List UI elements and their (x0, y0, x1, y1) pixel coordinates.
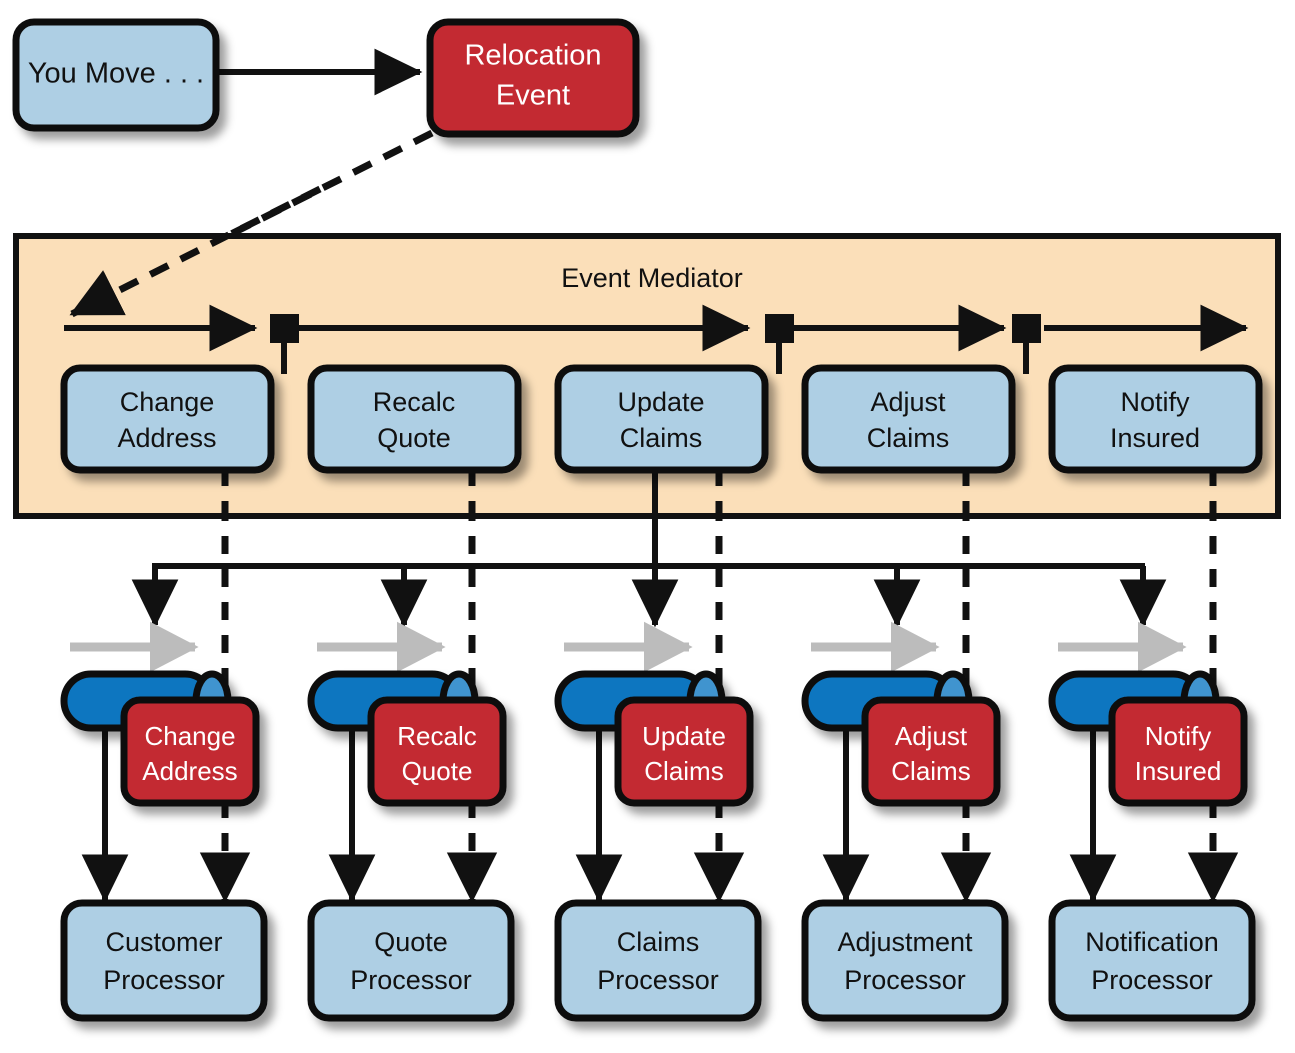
event-msg-label: Quote (402, 756, 473, 786)
processor-label: Adjustment (837, 927, 973, 957)
mediator-step-label: Address (117, 423, 216, 453)
event-msg-label: Address (142, 756, 237, 786)
processor-quote[interactable] (307, 899, 515, 1022)
processor-label: Processor (597, 965, 719, 995)
mediator-step-label: Change (120, 387, 215, 417)
processor-label: Processor (103, 965, 225, 995)
event-msg-change-address[interactable] (120, 696, 260, 807)
event-msg-label: Notify (1145, 721, 1211, 751)
mediator-title: Event Mediator (561, 263, 743, 293)
mediator-step-label: Notify (1120, 387, 1190, 417)
processor-label: Notification (1085, 927, 1219, 957)
relocation-event-label-line2: Event (496, 80, 570, 112)
mediator-step-label: Quote (377, 423, 451, 453)
relocation-event-label-line1: Relocation (464, 40, 601, 72)
event-msg-label: Change (144, 721, 235, 751)
processor-adjustment[interactable] (801, 899, 1009, 1022)
node-layer: You Move . . . Relocation Event Event Me… (12, 18, 1263, 1022)
processor-claims[interactable] (554, 899, 762, 1022)
processor-label: Processor (1091, 965, 1213, 995)
event-msg-label: Update (642, 721, 726, 751)
mediator-step-adjust-claims[interactable] (801, 364, 1016, 474)
event-msg-notify-insured[interactable] (1108, 696, 1248, 807)
mediator-step-update-claims[interactable] (554, 364, 769, 474)
processor-label: Quote (374, 927, 448, 957)
processor-customer[interactable] (60, 899, 268, 1022)
mediator-step-recalc-quote[interactable] (307, 364, 522, 474)
processor-label: Customer (105, 927, 222, 957)
event-mediator-diagram: You Move . . . Relocation Event Event Me… (0, 0, 1295, 1053)
event-msg-label: Recalc (397, 721, 476, 751)
mediator-step-label: Insured (1110, 423, 1200, 453)
mediator-step-label: Update (617, 387, 704, 417)
event-msg-update-claims[interactable] (614, 696, 754, 807)
processor-label: Claims (617, 927, 700, 957)
event-msg-label: Insured (1135, 756, 1222, 786)
event-msg-adjust-claims[interactable] (861, 696, 1001, 807)
mediator-step-notify-insured[interactable] (1048, 364, 1263, 474)
mediator-step-label: Claims (620, 423, 703, 453)
mediator-step-change-address[interactable] (60, 364, 275, 474)
event-msg-label: Claims (891, 756, 970, 786)
event-msg-recalc-quote[interactable] (367, 696, 507, 807)
event-msg-label: Claims (644, 756, 723, 786)
processor-notification[interactable] (1048, 899, 1256, 1022)
mediator-step-label: Claims (867, 423, 950, 453)
processor-label: Processor (844, 965, 966, 995)
mediator-step-label: Adjust (870, 387, 946, 417)
you-move-label: You Move . . . (28, 58, 204, 90)
event-msg-label: Adjust (895, 721, 968, 751)
mediator-step-label: Recalc (373, 387, 456, 417)
processor-label: Processor (350, 965, 472, 995)
